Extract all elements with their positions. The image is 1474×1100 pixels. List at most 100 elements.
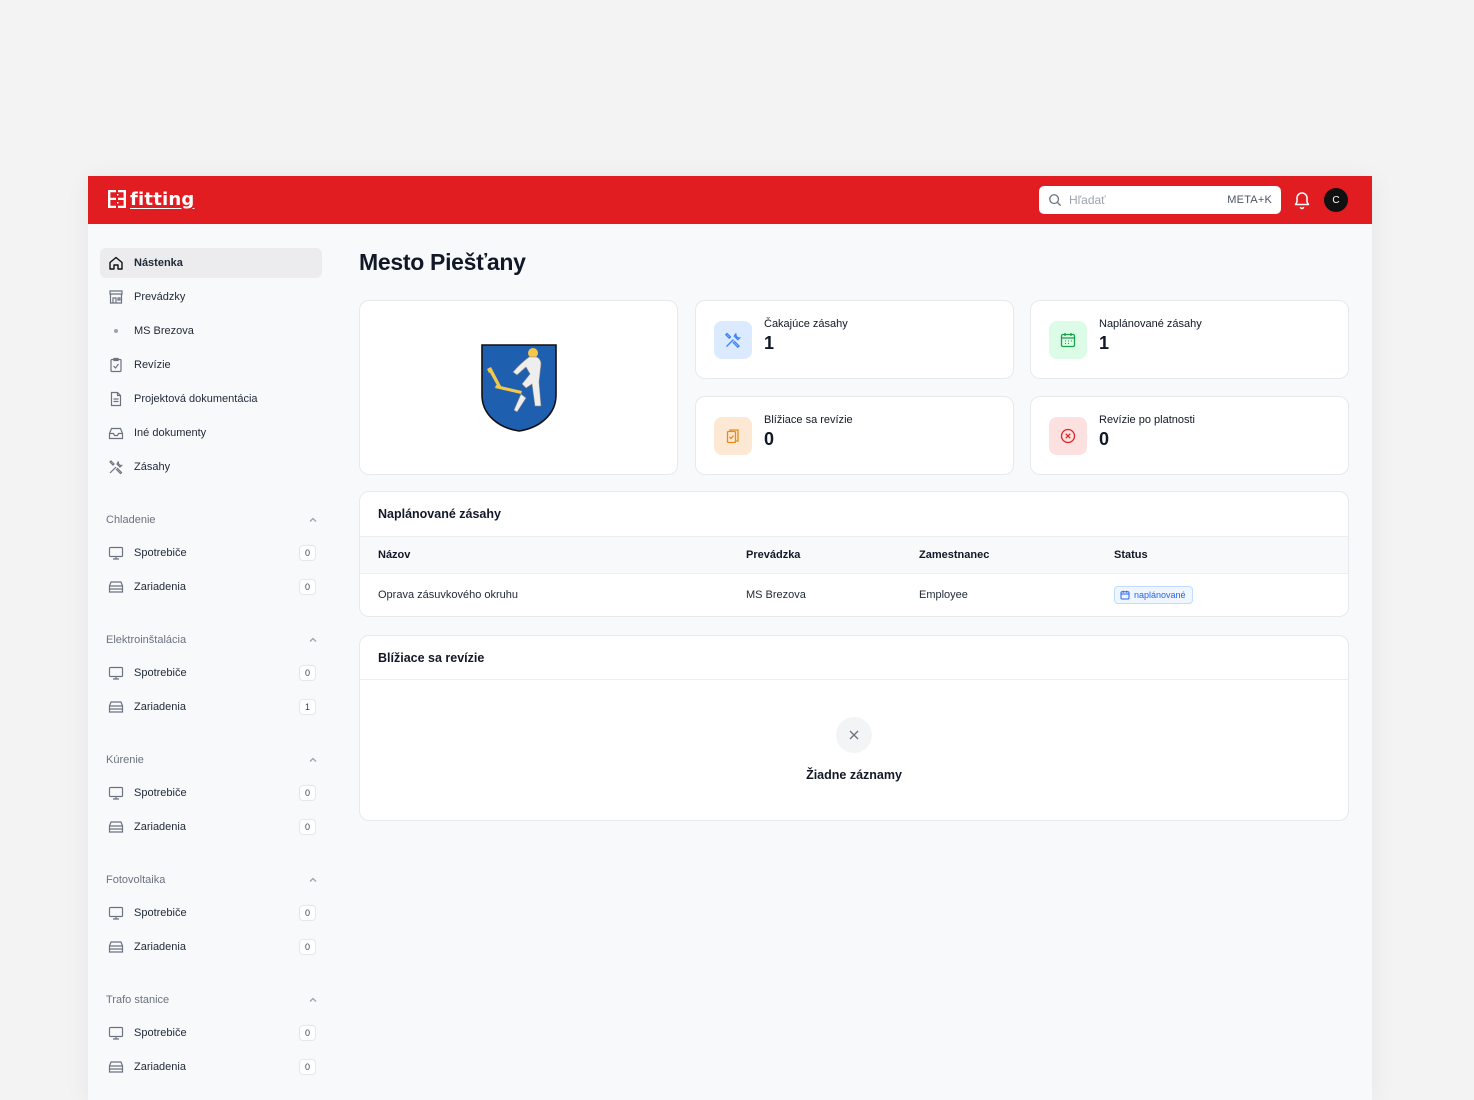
stat-label: Revízie po platnosti [1099,413,1195,426]
sidebar-item-label: Zariadenia [134,581,186,593]
sidebar-item-zariadenia[interactable]: Zariadenia 0 [100,1052,322,1082]
column-header-zamestnanec[interactable]: Zamestnanec [919,549,989,561]
stat-card-revizie-po-platnosti[interactable]: Revízie po platnosti 0 [1030,396,1349,475]
chevron-up-icon [309,997,317,1002]
section-title: Chladenie [106,514,156,526]
monitor-icon [108,1025,124,1041]
column-header-prevadzka[interactable]: Prevádzka [746,549,800,561]
home-icon [108,255,124,271]
section-title: Elektroinštalácia [106,634,187,646]
sidebar-item-label: Prevádzky [134,291,186,303]
logo[interactable]: fitting [106,187,194,211]
search-icon [1049,194,1062,207]
section-fotovoltaika[interactable]: Fotovoltaika [106,870,318,890]
coat-of-arms-image [480,343,557,432]
bell-icon[interactable] [1293,190,1311,210]
sidebar-item-zasahy[interactable]: Zásahy [100,452,322,482]
status-badge: naplánované [1114,586,1193,604]
clipboard-check-icon [108,357,124,373]
sidebar-item-zariadenia[interactable]: Zariadenia 0 [100,572,322,602]
status-text: naplánované [1134,590,1186,600]
sidebar-item-label: Zariadenia [134,821,186,833]
empty-state-badge [836,717,872,753]
sidebar-item-spotrebice[interactable]: Spotrebiče 0 [100,658,322,688]
section-title: Trafo stanice [106,994,170,1006]
sidebar-item-label: Revízie [134,359,171,371]
monitor-icon [108,785,124,801]
sidebar-item-label: Zariadenia [134,941,186,953]
empty-state-text: Žiadne záznamy [806,768,902,782]
monitor-icon [108,905,124,921]
sidebar-item-label: Spotrebiče [134,787,187,799]
panel-title: Naplánované zásahy [378,507,501,521]
device-icon [108,939,124,955]
column-header-status[interactable]: Status [1114,549,1148,561]
count-badge: 1 [299,699,316,715]
sidebar-item-label: Spotrebiče [134,547,187,559]
count-badge: 0 [299,819,316,835]
sidebar-item-label: Zariadenia [134,701,186,713]
sidebar-item-label: Iné dokumenty [134,427,207,439]
sidebar-item-prevadzky[interactable]: Prevádzky [100,282,322,312]
sidebar-item-zariadenia[interactable]: Zariadenia 0 [100,812,322,842]
section-kurenie[interactable]: Kúrenie [106,750,318,770]
column-header-nazov[interactable]: Názov [378,549,410,561]
table-header: Názov Prevádzka Zamestnanec Status [360,536,1348,574]
device-icon [108,1059,124,1075]
count-badge: 0 [299,1059,316,1075]
stat-card-naplanovane-zasahy[interactable]: Naplánované zásahy 1 [1030,300,1349,379]
sidebar-item-ine-dokumenty[interactable]: Iné dokumenty [100,418,322,448]
top-bar: fitting META+K C [88,176,1372,224]
count-badge: 0 [299,665,316,681]
calendar-icon [1120,590,1130,600]
sidebar-item-zariadenia[interactable]: Zariadenia 0 [100,932,322,962]
count-badge: 0 [299,785,316,801]
chevron-up-icon [309,757,317,762]
file-text-icon [108,391,124,407]
cell-employee: Employee [919,589,968,601]
upcoming-revisions-panel: Blížiace sa revízie Žiadne záznamy [359,635,1349,821]
sidebar-item-projektova-dokumentacia[interactable]: Projektová dokumentácia [100,384,322,414]
store-icon [108,289,124,305]
section-trafo-stanice[interactable]: Trafo stanice [106,990,318,1010]
sidebar-item-spotrebice[interactable]: Spotrebiče 0 [100,1018,322,1048]
sidebar-item-revizie[interactable]: Revízie [100,350,322,380]
page-title: Mesto Piešťany [359,249,526,275]
close-icon [849,730,859,740]
sidebar-item-nastenka[interactable]: Nástenka [100,248,322,278]
planned-interventions-panel: Naplánované zásahy Názov Prevádzka Zames… [359,491,1349,617]
count-badge: 0 [299,545,316,561]
app-window: fitting META+K C Nástenka Prevádzky [88,176,1372,1100]
stat-card-cakajuce-zasahy[interactable]: Čakajúce zásahy 1 [695,300,1014,379]
cell-site: MS Brezova [746,589,806,601]
sidebar-item-label: Zariadenia [134,1061,186,1073]
count-badge: 0 [299,905,316,921]
logo-text: fitting [130,188,195,210]
count-badge: 0 [299,1025,316,1041]
cell-name[interactable]: Oprava zásuvkového okruhu [378,589,518,601]
stat-label: Naplánované zásahy [1099,317,1202,330]
stat-value: 1 [764,332,775,353]
sidebar-item-zariadenia[interactable]: Zariadenia 1 [100,692,322,722]
stat-label: Čakajúce zásahy [764,317,848,330]
sidebar-item-label: Zásahy [134,461,171,473]
section-chladenie[interactable]: Chladenie [106,510,318,530]
sidebar-item-label: Spotrebiče [134,1027,187,1039]
search-box[interactable]: META+K [1039,186,1281,214]
sidebar-item-ms-brezova[interactable]: MS Brezova [100,316,322,346]
stat-value: 1 [1099,332,1110,353]
count-badge: 0 [299,579,316,595]
section-elektroinstalacia[interactable]: Elektroinštalácia [106,630,318,650]
tools-icon [714,320,752,359]
device-icon [108,819,124,835]
avatar[interactable]: C [1324,188,1348,212]
sidebar-item-spotrebice[interactable]: Spotrebiče 0 [100,538,322,568]
sidebar-item-spotrebice[interactable]: Spotrebiče 0 [100,898,322,928]
search-input[interactable] [1069,193,1228,207]
sidebar-item-spotrebice[interactable]: Spotrebiče 0 [100,778,322,808]
panel-title: Blížiace sa revízie [378,651,485,665]
sidebar-item-label: Nástenka [134,257,183,269]
stat-card-bliziace-sa-revizie[interactable]: Blížiace sa revízie 0 [695,396,1014,475]
stat-value: 0 [764,428,775,449]
chevron-up-icon [309,517,317,522]
